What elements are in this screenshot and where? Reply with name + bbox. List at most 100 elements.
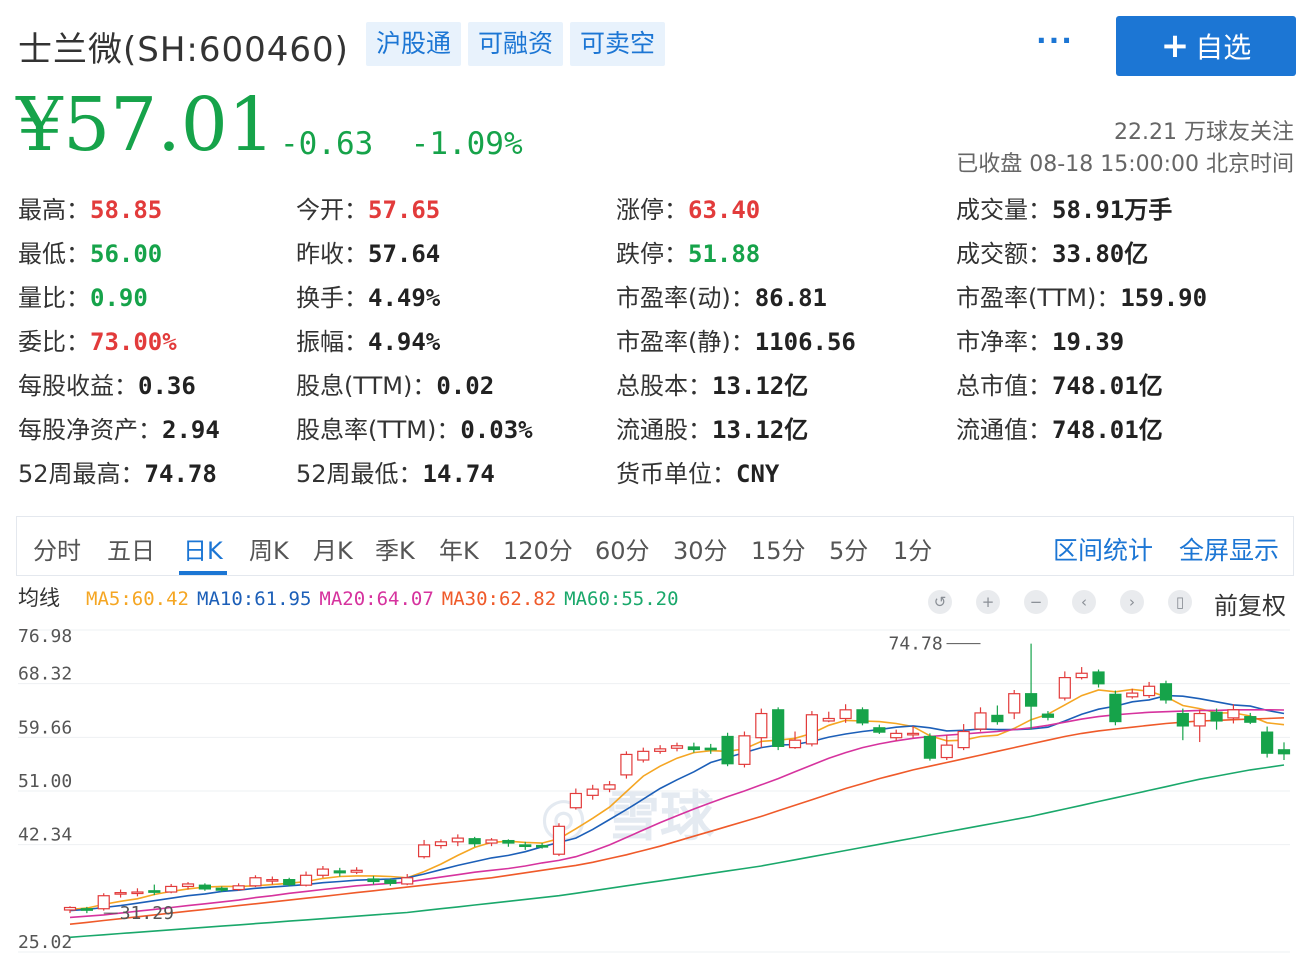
- candle-up: [637, 750, 650, 761]
- active-tab-indicator: [179, 571, 227, 575]
- range-stats-link[interactable]: 区间统计: [1053, 531, 1153, 567]
- stock-title: 士兰微(SH:600460): [18, 30, 349, 70]
- y-tick-label: 42.34: [18, 825, 72, 846]
- tag-shanghai-connect[interactable]: 沪股通: [366, 22, 462, 66]
- stat-label: 股息率(TTM)：: [296, 416, 461, 444]
- candle-down: [283, 879, 296, 886]
- candle-up: [738, 735, 751, 765]
- stat-label: 市净率：: [956, 328, 1052, 356]
- tab-12[interactable]: 1分: [893, 531, 932, 566]
- stat-item: 振幅：4.94%: [296, 327, 440, 357]
- stat-item: 市盈率(静)：1106.56: [616, 327, 856, 357]
- stat-value: 14.74: [422, 460, 495, 488]
- stat-label: 股息(TTM)：: [296, 372, 437, 400]
- zoom-out-icon[interactable]: −: [1024, 590, 1048, 614]
- candle-down: [991, 714, 1004, 723]
- stat-label: 总市值：: [956, 372, 1052, 400]
- candle-down: [502, 839, 515, 844]
- stat-label: 市盈率(静)：: [616, 328, 755, 356]
- stat-item: 最高：58.85: [18, 195, 162, 225]
- tab-10[interactable]: 15分: [751, 531, 806, 566]
- candle-down: [1277, 749, 1291, 755]
- stat-label: 成交量：: [956, 196, 1052, 224]
- tab-4[interactable]: 月K: [313, 531, 353, 566]
- candle-up: [805, 714, 818, 745]
- candle-down: [1159, 683, 1173, 701]
- stat-item: 最低：56.00: [18, 239, 162, 269]
- kline-chart[interactable]: 76.98 68.32 59.66 51.00 42.34 25.02 74.78 31.29: [0, 612, 1312, 970]
- fullscreen-link[interactable]: 全屏显示: [1179, 531, 1279, 567]
- ma-legend-item: MA60:55.20: [564, 588, 679, 610]
- tab-8[interactable]: 60分: [595, 531, 650, 566]
- stat-label: 市盈率(TTM)：: [956, 284, 1121, 312]
- tab-9[interactable]: 30分: [673, 531, 728, 566]
- fullscreen-icon[interactable]: ▯: [1168, 590, 1192, 614]
- tab-6[interactable]: 年K: [439, 531, 479, 566]
- tab-1[interactable]: 五日: [107, 531, 155, 566]
- left-icon[interactable]: ‹: [1072, 590, 1096, 614]
- candle-up: [401, 877, 414, 885]
- candle-up: [165, 885, 178, 893]
- candle-up: [974, 712, 987, 730]
- add-watchlist-label: 自选: [1195, 31, 1252, 64]
- stat-value: 57.64: [368, 240, 441, 268]
- stat-label: 换手：: [296, 284, 368, 312]
- stat-item: 量比：0.90: [18, 283, 148, 313]
- tab-2[interactable]: 日K: [183, 531, 223, 566]
- stat-item: 市盈率(TTM)：159.90: [956, 283, 1207, 313]
- candle-up: [97, 895, 110, 910]
- ma-legend-item: MA30:62.82: [441, 588, 557, 610]
- stat-value: 1106.56: [754, 328, 856, 356]
- candle-up: [232, 885, 245, 891]
- stat-value: 2.94: [162, 416, 220, 444]
- candle-down: [704, 747, 717, 751]
- stat-label: 跌停：: [616, 240, 688, 268]
- tab-11[interactable]: 5分: [829, 531, 868, 566]
- stat-label: 52周最低：: [296, 460, 423, 488]
- stat-label: 货币单位：: [616, 460, 736, 488]
- candle-up: [181, 883, 195, 888]
- stat-item: 流通值：748.01亿: [956, 415, 1163, 445]
- candle-up: [1126, 692, 1139, 698]
- stat-value: 4.49%: [368, 284, 441, 312]
- stat-value: CNY: [736, 460, 780, 488]
- y-tick-label: 68.32: [18, 664, 72, 685]
- stat-label: 流通股：: [616, 416, 712, 444]
- candle-up: [654, 748, 667, 752]
- more-icon[interactable]: ···: [1036, 24, 1074, 57]
- candle-up: [131, 891, 144, 895]
- candle-up: [1058, 676, 1071, 699]
- candle-down: [148, 890, 161, 893]
- stat-value: 13.12亿: [712, 372, 809, 400]
- tag-margin-financing[interactable]: 可融资: [468, 22, 564, 66]
- low-annotation: 31.29: [120, 903, 174, 924]
- candle-down: [1210, 711, 1223, 722]
- add-watchlist-button[interactable]: + 自选: [1116, 16, 1296, 76]
- stat-label: 振幅：: [296, 328, 368, 356]
- ma-legend-item: MA20:64.07: [319, 588, 434, 610]
- candle-up: [670, 745, 684, 749]
- candle-up: [434, 841, 448, 847]
- stat-value: 0.02: [436, 372, 495, 400]
- candle-up: [114, 892, 127, 895]
- stat-label: 涨停：: [616, 196, 688, 224]
- tab-5[interactable]: 季K: [375, 531, 415, 566]
- candle-up: [957, 730, 970, 749]
- tab-3[interactable]: 周K: [249, 531, 289, 566]
- right-icon[interactable]: ›: [1120, 590, 1144, 614]
- stat-value: 74.78: [144, 460, 217, 488]
- stat-value: 748.01亿: [1052, 372, 1163, 400]
- candle-up: [620, 753, 633, 776]
- candle-up: [350, 869, 363, 873]
- undo-icon[interactable]: ↺: [928, 590, 952, 614]
- stat-value: 58.85: [90, 196, 163, 224]
- stat-item: 总市值：748.01亿: [956, 371, 1163, 401]
- stat-item: 跌停：51.88: [616, 239, 760, 269]
- tab-0[interactable]: 分时: [33, 531, 81, 566]
- tab-7[interactable]: 120分: [503, 531, 573, 566]
- stat-item: 每股收益：0.36: [18, 371, 196, 401]
- candle-up: [839, 709, 852, 720]
- zoom-in-icon[interactable]: +: [976, 590, 1000, 614]
- candle-up: [451, 837, 464, 843]
- tag-short-selling[interactable]: 可卖空: [570, 22, 666, 66]
